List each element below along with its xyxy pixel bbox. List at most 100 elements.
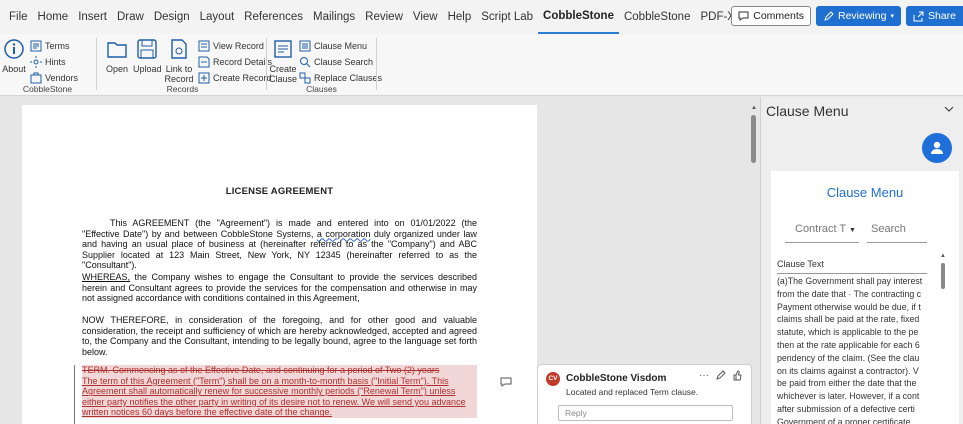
tab-layout[interactable]: Layout bbox=[195, 0, 240, 34]
tab-help[interactable]: Help bbox=[443, 0, 477, 34]
paragraph-whereas[interactable]: WHEREAS, the Company wishes to engage th… bbox=[82, 272, 477, 304]
document-scrollbar[interactable]: ▲ bbox=[750, 105, 758, 420]
ribbon: About Terms Hints Vendors CobbleStone Op… bbox=[0, 34, 963, 96]
user-account-button[interactable] bbox=[922, 133, 952, 163]
link-to-label: Link to bbox=[165, 64, 193, 74]
open-button[interactable]: Open bbox=[105, 38, 129, 74]
scroll-up-arrow-icon[interactable]: ▲ bbox=[750, 105, 758, 111]
ribbon-divider bbox=[96, 38, 97, 90]
tab-draw[interactable]: Draw bbox=[112, 0, 149, 34]
paragraph-parties[interactable]: This AGREEMENT (the "Agreement") is made… bbox=[82, 218, 477, 271]
replace-icon bbox=[299, 72, 311, 84]
share-label: Share bbox=[927, 10, 956, 22]
card-title: Clause Menu bbox=[826, 185, 904, 200]
clause-menu-card: Clause Menu Contract T ▼ Search Clause T… bbox=[771, 171, 959, 424]
scroll-up-arrow-icon[interactable]: ▲ bbox=[940, 253, 946, 259]
tab-mailings[interactable]: Mailings bbox=[308, 0, 360, 34]
chevron-down-icon: ▾ bbox=[890, 13, 894, 20]
terms-label: Terms bbox=[45, 41, 70, 51]
replace-clauses-button[interactable]: Replace Clauses bbox=[299, 72, 382, 84]
link-to-record-button[interactable]: Link to Record bbox=[163, 38, 195, 84]
hints-button[interactable]: Hints bbox=[30, 56, 66, 68]
scrollbar-thumb[interactable] bbox=[941, 263, 945, 289]
edit-icon[interactable] bbox=[715, 370, 726, 381]
view-record-button[interactable]: View Record bbox=[198, 40, 264, 52]
view-record-icon bbox=[198, 40, 210, 52]
reply-input[interactable]: Reply bbox=[558, 405, 733, 421]
search-input[interactable]: Search bbox=[867, 223, 927, 243]
tab-file[interactable]: File bbox=[4, 0, 33, 34]
pane-title: Clause Menu bbox=[766, 103, 849, 119]
scrollbar-thumb[interactable] bbox=[751, 115, 756, 163]
tab-cobblestone-active[interactable]: CobbleStone bbox=[538, 0, 619, 34]
clause-line: after submission of a defective certi bbox=[777, 403, 915, 414]
inserted-text-line: The term of this Agreement ("Term") shal… bbox=[82, 375, 449, 386]
tab-view[interactable]: View bbox=[408, 0, 443, 34]
clause-label: Clause bbox=[269, 74, 298, 84]
view-record-label: View Record bbox=[213, 41, 264, 51]
ribbon-group-records: Open Upload Link to Record View Record R… bbox=[100, 36, 272, 94]
tracked-change-term[interactable]: TERM. Commencing as of the Effective Dat… bbox=[82, 365, 477, 418]
record-details-button[interactable]: Record Details bbox=[198, 56, 272, 68]
paragraph-now-therefore[interactable]: NOW THEREFORE, in consideration of the f… bbox=[82, 315, 477, 357]
document-page[interactable]: LICENSE AGREEMENT This AGREEMENT (the "A… bbox=[22, 105, 537, 424]
clause-line: whichever is later. However, if a cont bbox=[777, 391, 920, 402]
upload-button[interactable]: Upload bbox=[133, 38, 162, 74]
clause-text-area[interactable]: (a)The Government shall pay interest fro… bbox=[777, 275, 937, 424]
tab-design[interactable]: Design bbox=[149, 0, 195, 34]
comment-marker-icon[interactable] bbox=[500, 377, 512, 387]
inserted-text-line: either party notifies the other party in… bbox=[82, 396, 466, 407]
about-button[interactable]: About bbox=[2, 38, 26, 74]
search-icon bbox=[300, 57, 311, 68]
corporation-link[interactable]: a corporation bbox=[317, 229, 371, 239]
dropdown-arrow-icon: ▼ bbox=[849, 227, 856, 234]
group-label-records: Records bbox=[166, 84, 199, 94]
record-details-icon bbox=[198, 56, 210, 68]
paragraph-text: the Company wishes to engage the Consult… bbox=[82, 272, 477, 304]
contract-type-value: Contract T bbox=[795, 223, 846, 235]
tab-review[interactable]: Review bbox=[360, 0, 408, 34]
share-button[interactable]: Share bbox=[905, 6, 963, 26]
tab-cobblestone[interactable]: CobbleStone bbox=[619, 0, 696, 34]
inserted-text-line: written notices 60 days before the effec… bbox=[82, 407, 332, 418]
comment-author: CobbleStone Visdom bbox=[566, 373, 667, 384]
create-clause-button[interactable]: Create Clause bbox=[269, 38, 297, 84]
about-label: About bbox=[2, 64, 26, 74]
record-details-label: Record Details bbox=[213, 57, 273, 67]
tab-references[interactable]: References bbox=[239, 0, 308, 34]
terms-icon bbox=[30, 40, 42, 52]
clause-line: (a)The Government shall pay interest bbox=[777, 276, 923, 286]
clause-search-button[interactable]: Clause Search bbox=[299, 56, 373, 68]
like-icon[interactable] bbox=[732, 370, 743, 381]
clause-menu-button[interactable]: Clause Menu bbox=[299, 40, 367, 52]
ribbon-tab-bar: File Home Insert Draw Design Layout Refe… bbox=[0, 0, 963, 34]
clause-text-label: Clause Text bbox=[777, 259, 927, 274]
contract-type-select[interactable]: Contract T ▼ bbox=[785, 223, 859, 243]
vendors-button[interactable]: Vendors bbox=[30, 72, 78, 84]
clause-line: claims shall be paid at the rate, fixed bbox=[777, 314, 920, 325]
clause-menu-icon bbox=[299, 40, 311, 52]
create-record-button[interactable]: Create Record bbox=[198, 72, 272, 84]
comment-card[interactable]: CV CobbleStone Visdom Located and replac… bbox=[537, 364, 752, 424]
reviewing-button[interactable]: Reviewing ▾ bbox=[816, 6, 901, 26]
reviewing-label: Reviewing bbox=[838, 10, 887, 22]
change-bar bbox=[74, 365, 75, 424]
hints-label: Hints bbox=[45, 57, 66, 67]
comments-button[interactable]: Comments bbox=[731, 6, 811, 26]
tab-script-lab[interactable]: Script Lab bbox=[476, 0, 538, 34]
clause-line: pendency of the claim. (See the clau bbox=[777, 352, 920, 363]
terms-button[interactable]: Terms bbox=[30, 40, 70, 52]
tab-insert[interactable]: Insert bbox=[73, 0, 112, 34]
comment-icon bbox=[738, 11, 749, 21]
more-options-icon[interactable]: ··· bbox=[699, 370, 709, 381]
document-canvas: LICENSE AGREEMENT This AGREEMENT (the "A… bbox=[0, 97, 760, 424]
vendors-label: Vendors bbox=[45, 73, 79, 83]
user-icon bbox=[931, 141, 943, 154]
clause-text-scrollbar[interactable]: ▲ bbox=[940, 253, 946, 417]
create-label: Create bbox=[269, 64, 297, 74]
clause-line: from the date that · The contracting c bbox=[777, 288, 922, 299]
share-icon bbox=[913, 11, 924, 21]
tab-home[interactable]: Home bbox=[33, 0, 74, 34]
chevron-down-icon[interactable] bbox=[943, 103, 955, 115]
save-icon bbox=[137, 39, 157, 59]
